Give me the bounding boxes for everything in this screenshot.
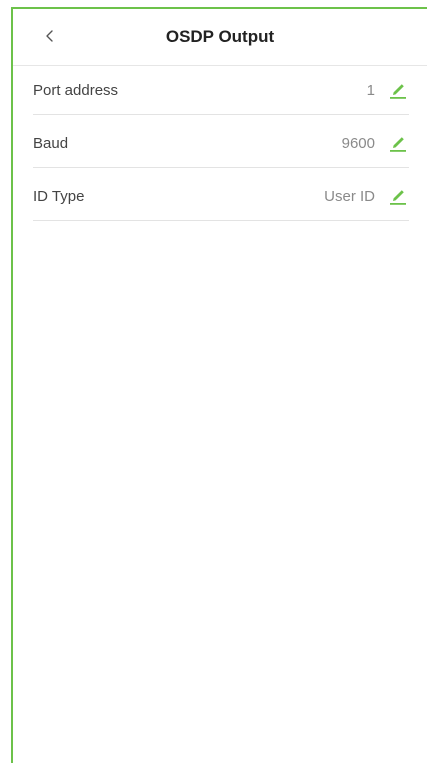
setting-value-group: User ID <box>324 172 409 220</box>
setting-value: User ID <box>324 187 375 205</box>
setting-value-group: 9600 <box>342 119 409 167</box>
osdp-output-screen: OSDP Output Port address 1 Baud 9600 ID … <box>0 0 427 763</box>
edit-pencil-icon[interactable] <box>387 185 409 207</box>
setting-value: 1 <box>366 81 375 99</box>
chevron-left-icon <box>46 30 53 42</box>
edit-pencil-icon[interactable] <box>387 132 409 154</box>
back-button[interactable] <box>39 25 61 47</box>
setting-label: Port address <box>33 81 119 99</box>
frame-border-left <box>11 7 13 763</box>
setting-row-baud[interactable]: Baud 9600 <box>33 119 409 168</box>
settings-list: Port address 1 Baud 9600 ID Type User ID <box>33 66 409 225</box>
setting-value-group: 1 <box>367 66 409 114</box>
setting-value: 9600 <box>341 134 375 152</box>
setting-label: Baud <box>33 134 69 152</box>
edit-pencil-icon[interactable] <box>387 79 409 101</box>
setting-row-port-address[interactable]: Port address 1 <box>33 66 409 115</box>
page-title: OSDP Output <box>165 27 275 46</box>
top-bar: OSDP Output <box>13 9 427 65</box>
setting-label: ID Type <box>33 187 85 205</box>
setting-row-id-type[interactable]: ID Type User ID <box>33 172 409 221</box>
